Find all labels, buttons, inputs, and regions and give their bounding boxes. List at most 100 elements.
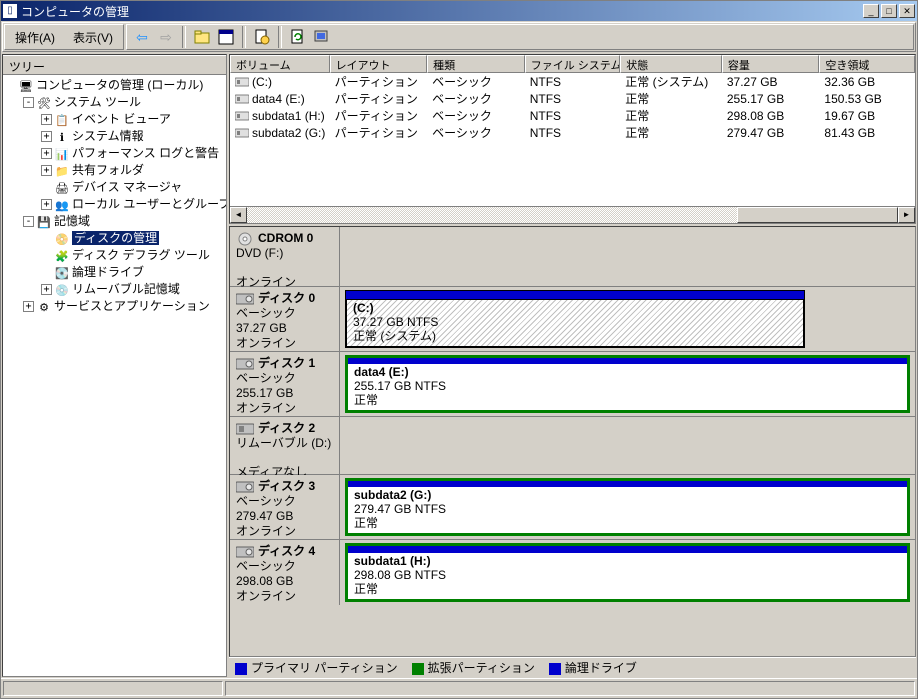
volume-icon <box>235 93 249 105</box>
disk-row-cdrom[interactable]: CDROM 0 DVD (F:) オンライン <box>230 227 915 287</box>
computer-icon: 🖥 <box>19 79 33 93</box>
tree-removable[interactable]: リムーバブル記憶域 <box>72 282 180 296</box>
disk-row-0[interactable]: ディスク 0 ベーシック 37.27 GB オンライン (C:) 37.27 G… <box>230 287 915 352</box>
up-button[interactable] <box>191 26 213 48</box>
disk-icon <box>236 480 254 494</box>
title-bar: ▯ コンピュータの管理 _ □ ✕ <box>1 1 917 21</box>
disk-icon <box>236 292 254 306</box>
device-icon: 🖨 <box>55 181 69 195</box>
legend: プライマリ パーティション 拡張パーティション 論理ドライブ <box>229 657 916 677</box>
event-icon: 📋 <box>55 113 69 127</box>
tools-icon: 🛠 <box>37 96 51 110</box>
col-layout[interactable]: レイアウト <box>330 55 428 73</box>
legend-logical: 論理ドライブ <box>549 659 637 676</box>
maximize-button[interactable]: □ <box>881 4 897 18</box>
expand-icon[interactable]: + <box>23 301 34 312</box>
expand-icon[interactable]: + <box>41 131 52 142</box>
expand-icon[interactable]: - <box>23 97 34 108</box>
disk-row-2[interactable]: ディスク 2 リムーバブル (D:) メディアなし <box>230 417 915 475</box>
tree-header: ツリー <box>3 55 226 75</box>
console-button[interactable] <box>215 26 237 48</box>
col-fs[interactable]: ファイル システム <box>525 55 621 73</box>
list-item[interactable]: data4 (E:) パーティション ベーシック NTFS 正常 255.17 … <box>230 90 915 107</box>
tree-localusers[interactable]: ローカル ユーザーとグループ <box>72 197 226 211</box>
disk-graphic-pane: CDROM 0 DVD (F:) オンライン ディスク 0 ベーシック 37.2… <box>229 226 916 657</box>
disk-row-3[interactable]: ディスク 3 ベーシック 279.47 GB オンライン subdata2 (G… <box>230 475 915 540</box>
properties-button[interactable] <box>251 26 273 48</box>
volume-icon <box>235 127 249 139</box>
expand-icon[interactable]: + <box>41 284 52 295</box>
refresh-button[interactable] <box>287 26 309 48</box>
tree-view[interactable]: 🖥コンピュータの管理 (ローカル) -🛠システム ツール +📋イベント ビューア… <box>3 75 226 676</box>
list-header: ボリューム レイアウト 種類 ファイル システム 状態 容量 空き領域 <box>230 55 915 73</box>
col-type[interactable]: 種類 <box>427 55 525 73</box>
menu-view[interactable]: 表示(V) <box>67 27 119 48</box>
tree-shared[interactable]: 共有フォルダ <box>72 163 144 177</box>
forward-button[interactable]: ⇨ <box>155 26 177 48</box>
menu-action[interactable]: 操作(A) <box>9 27 61 48</box>
toolbar: ⇦ ⇨ <box>127 25 337 49</box>
tree-eventviewer[interactable]: イベント ビューア <box>72 112 171 126</box>
disk-icon <box>236 357 254 371</box>
scroll-left-button[interactable]: ◄ <box>230 207 247 223</box>
expand-icon[interactable]: + <box>41 148 52 159</box>
removable-disk-icon <box>236 422 254 436</box>
tree-services[interactable]: サービスとアプリケーション <box>54 299 210 313</box>
disk-icon <box>236 545 254 559</box>
volume-icon <box>235 110 249 122</box>
tree-pane: ツリー 🖥コンピュータの管理 (ローカル) -🛠システム ツール +📋イベント … <box>2 54 227 677</box>
expand-icon[interactable]: + <box>41 114 52 125</box>
col-capacity[interactable]: 容量 <box>722 55 820 73</box>
col-free[interactable]: 空き領域 <box>819 55 915 73</box>
menu-bar: 操作(A) 表示(V) <box>5 26 123 48</box>
expand-icon[interactable]: + <box>41 165 52 176</box>
legend-primary: プライマリ パーティション <box>235 659 398 676</box>
cdrom-icon <box>236 232 254 246</box>
expand-icon[interactable]: - <box>23 216 34 227</box>
app-icon: ▯ <box>3 4 17 18</box>
col-status[interactable]: 状態 <box>620 55 722 73</box>
partition-h[interactable]: subdata1 (H:) 298.08 GB NTFS 正常 <box>345 543 910 602</box>
services-icon: ⚙ <box>37 300 51 314</box>
tree-systools[interactable]: システム ツール <box>54 95 141 109</box>
disk-icon: 📀 <box>55 232 69 246</box>
partition-c[interactable]: (C:) 37.27 GB NTFS 正常 (システム) <box>345 290 805 348</box>
list-item[interactable]: subdata1 (H:) パーティション ベーシック NTFS 正常 298.… <box>230 107 915 124</box>
close-button[interactable]: ✕ <box>899 4 915 18</box>
info-icon: ℹ <box>55 130 69 144</box>
settings-button[interactable] <box>311 26 333 48</box>
tree-sysinfo[interactable]: システム情報 <box>72 129 144 143</box>
tree-diskmgmt[interactable]: ディスクの管理 <box>72 231 159 245</box>
defrag-icon: 🧩 <box>55 249 69 263</box>
volume-list-pane: ボリューム レイアウト 種類 ファイル システム 状態 容量 空き領域 (C:)… <box>229 54 916 224</box>
perf-icon: 📊 <box>55 147 69 161</box>
volume-list[interactable]: (C:) パーティション ベーシック NTFS 正常 (システム) 37.27 … <box>230 73 915 206</box>
list-item[interactable]: (C:) パーティション ベーシック NTFS 正常 (システム) 37.27 … <box>230 73 915 90</box>
window-title: コンピュータの管理 <box>21 3 863 20</box>
tree-defrag[interactable]: ディスク デフラグ ツール <box>72 248 210 262</box>
scroll-right-button[interactable]: ► <box>898 207 915 223</box>
back-button[interactable]: ⇦ <box>131 26 153 48</box>
removable-icon: 💿 <box>55 283 69 297</box>
disk-row-1[interactable]: ディスク 1 ベーシック 255.17 GB オンライン data4 (E:) … <box>230 352 915 417</box>
drive-icon: 💽 <box>55 266 69 280</box>
list-item[interactable]: subdata2 (G:) パーティション ベーシック NTFS 正常 279.… <box>230 124 915 141</box>
col-volume[interactable]: ボリューム <box>230 55 330 73</box>
users-icon: 👥 <box>55 198 69 212</box>
volume-icon <box>235 76 249 88</box>
minimize-button[interactable]: _ <box>863 4 879 18</box>
tree-root[interactable]: コンピュータの管理 (ローカル) <box>36 78 203 92</box>
expand-icon[interactable]: + <box>41 199 52 210</box>
folder-icon: 📁 <box>55 164 69 178</box>
partition-g[interactable]: subdata2 (G:) 279.47 GB NTFS 正常 <box>345 478 910 536</box>
disk-row-4[interactable]: ディスク 4 ベーシック 298.08 GB オンライン subdata1 (H… <box>230 540 915 605</box>
status-bar <box>1 678 917 698</box>
tree-storage[interactable]: 記憶域 <box>54 214 90 228</box>
tree-perflog[interactable]: パフォーマンス ログと警告 <box>72 146 219 160</box>
storage-icon: 💾 <box>37 215 51 229</box>
partition-e[interactable]: data4 (E:) 255.17 GB NTFS 正常 <box>345 355 910 413</box>
tree-devmgr[interactable]: デバイス マネージャ <box>72 180 182 194</box>
tree-logical[interactable]: 論理ドライブ <box>72 265 144 279</box>
horizontal-scrollbar[interactable]: ◄ ► <box>230 206 915 223</box>
legend-extended: 拡張パーティション <box>412 659 535 676</box>
